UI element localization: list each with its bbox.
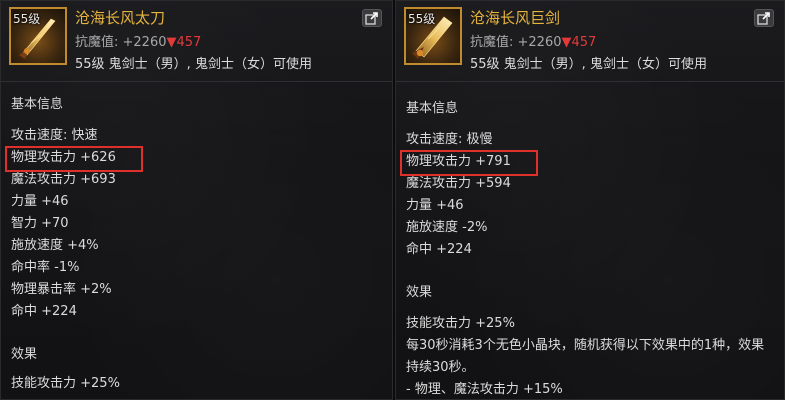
resist-down-arrow-icon: ▼ bbox=[561, 35, 572, 50]
attr-hit-rate: 命中率 -1% bbox=[11, 260, 80, 275]
attr-cast-speed: 施放速度 -2% bbox=[406, 220, 488, 235]
resist-label: 抗魔值: +2260 bbox=[75, 35, 167, 50]
level-badge: 55级 bbox=[408, 12, 436, 26]
item-compare-view: 55级 沧海长风太刀 抗魔值: +2260▼457 55级 鬼剑士（男）, 鬼剑… bbox=[0, 0, 785, 400]
item-tooltip-left: 55级 沧海长风太刀 抗魔值: +2260▼457 55级 鬼剑士（男）, 鬼剑… bbox=[0, 0, 393, 400]
attribute-list: 攻击速度: 极慢 物理攻击力 +791 魔法攻击力 +594 力量 +46 施放… bbox=[406, 129, 511, 261]
usage-requirement: 55级 鬼剑士（男）, 鬼剑士（女）可使用 bbox=[75, 57, 312, 72]
usage-requirement: 55级 鬼剑士（男）, 鬼剑士（女）可使用 bbox=[470, 57, 707, 72]
attr-strength: 力量 +46 bbox=[11, 194, 69, 209]
resist-value-line: 抗魔值: +2260▼457 bbox=[75, 31, 201, 50]
attr-physical-attack: 物理攻击力 +626 bbox=[11, 150, 116, 165]
item-header: 55级 沧海长风太刀 抗魔值: +2260▼457 55级 鬼剑士（男）, 鬼剑… bbox=[1, 1, 392, 81]
resist-label: 抗魔值: +2260 bbox=[470, 35, 562, 50]
effect-line: 技能攻击力 +25% bbox=[11, 376, 120, 391]
attr-physical-crit: 物理暴击率 +2% bbox=[11, 282, 112, 297]
effect-line: 每30秒消耗3个无色小晶块，随机获得以下效果中的1种，效果持续30秒。 bbox=[406, 338, 765, 375]
item-header: 55级 沧海长风巨剑 抗魔值: +2260▼457 55级 鬼剑士（男）, 鬼剑… bbox=[396, 1, 784, 81]
basic-info-title: 基本信息 bbox=[406, 101, 459, 116]
attr-hit: 命中 +224 bbox=[11, 304, 77, 319]
attr-strength: 力量 +46 bbox=[406, 198, 464, 213]
attr-intelligence: 智力 +70 bbox=[11, 216, 69, 231]
effect-line: - 物理、魔法攻击力 +15% bbox=[406, 382, 563, 397]
resist-down-value: 457 bbox=[571, 35, 597, 50]
item-name: 沧海长风太刀 bbox=[75, 9, 166, 27]
attr-physical-attack: 物理攻击力 +791 bbox=[406, 154, 511, 169]
resist-down-value: 457 bbox=[176, 35, 202, 50]
attr-magic-attack: 魔法攻击力 +693 bbox=[11, 172, 116, 187]
header-divider bbox=[396, 81, 784, 82]
share-icon bbox=[365, 12, 378, 25]
level-badge: 55级 bbox=[13, 12, 41, 26]
attr-hit: 命中 +224 bbox=[406, 242, 472, 257]
share-icon bbox=[757, 12, 770, 25]
weapon-icon-frame[interactable]: 55级 bbox=[9, 7, 67, 65]
weapon-icon-frame[interactable]: 55级 bbox=[404, 7, 462, 65]
effect-title: 效果 bbox=[406, 285, 433, 300]
attr-magic-attack: 魔法攻击力 +594 bbox=[406, 176, 511, 191]
basic-info-title: 基本信息 bbox=[11, 97, 64, 112]
header-divider bbox=[1, 81, 392, 82]
attr-attack-speed: 攻击速度: 极慢 bbox=[406, 132, 493, 147]
share-button[interactable] bbox=[754, 9, 774, 27]
attr-attack-speed: 攻击速度: 快速 bbox=[11, 128, 98, 143]
item-name: 沧海长风巨剑 bbox=[470, 9, 561, 27]
effect-line: 技能攻击力 +25% bbox=[406, 316, 515, 331]
item-tooltip-right: 55级 沧海长风巨剑 抗魔值: +2260▼457 55级 鬼剑士（男）, 鬼剑… bbox=[395, 0, 785, 400]
attribute-list: 攻击速度: 快速 物理攻击力 +626 魔法攻击力 +693 力量 +46 智力… bbox=[11, 125, 116, 323]
attr-cast-speed: 施放速度 +4% bbox=[11, 238, 99, 253]
share-button[interactable] bbox=[362, 9, 382, 27]
resist-down-arrow-icon: ▼ bbox=[166, 35, 177, 50]
resist-value-line: 抗魔值: +2260▼457 bbox=[470, 31, 596, 50]
effect-title: 效果 bbox=[11, 347, 38, 362]
